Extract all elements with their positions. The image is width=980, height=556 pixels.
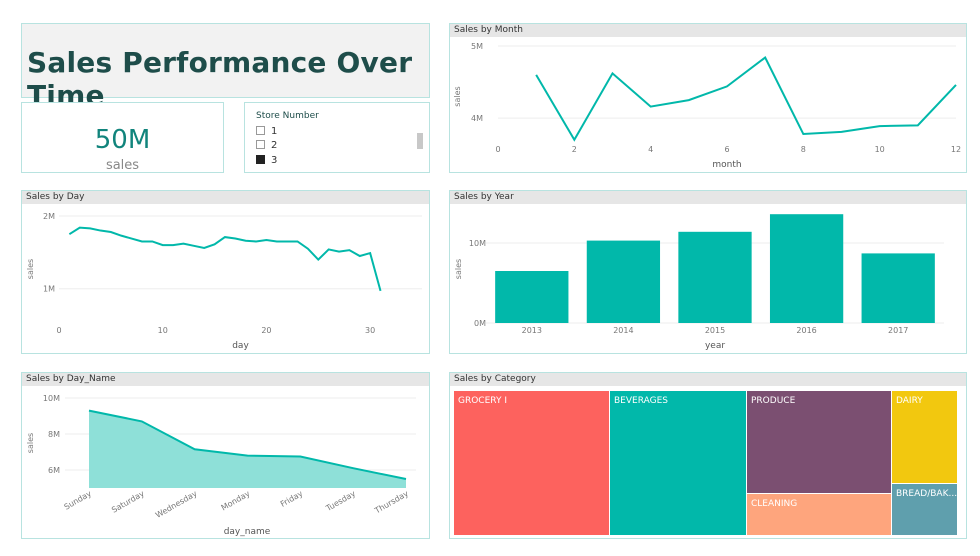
sales-by-month-tile[interactable]: Sales by Month 5M 4M 0 2 4 6 8 10 12 month sales	[449, 23, 967, 173]
x-tick-label: Friday	[279, 489, 305, 509]
treemap-label: BEVERAGES	[614, 396, 668, 406]
x-tick-label: Monday	[220, 489, 252, 513]
sales-by-day-chart: 2M 1M 0 10 20 30 day sales	[26, 212, 422, 351]
x-tick-label: 20	[261, 326, 271, 335]
slicer-item-1[interactable]: 1	[256, 126, 277, 138]
header-tile: Sales Performance Over Time	[21, 23, 430, 112]
x-axis-title: year	[705, 341, 725, 351]
kpi-value: 50M	[94, 125, 151, 155]
treemap-label: GROCERY I	[458, 396, 507, 406]
checkbox[interactable]	[256, 126, 265, 135]
slicer-item-3[interactable]: 3	[256, 155, 277, 167]
sales-by-category-tile[interactable]: Sales by Category GROCERY I BEVERAGES PROD…	[449, 372, 967, 539]
x-tick-label: Tuesday	[324, 489, 358, 514]
slicer-item-label: 3	[271, 155, 278, 166]
y-axis-title: sales	[26, 433, 35, 453]
y-tick-label: 10M	[43, 394, 60, 403]
x-axis-title: month	[712, 160, 741, 170]
series-line	[535, 56, 957, 142]
sales-by-month-chart: 5M 4M 0 2 4 6 8 10 12 month sales	[453, 42, 961, 170]
x-tick-label: 10	[158, 326, 168, 335]
treemap-label: BREAD/BAK...	[896, 489, 957, 499]
area-fill	[89, 410, 406, 488]
slicer-item-2[interactable]: 2	[256, 140, 277, 152]
x-axis-title: day	[232, 341, 249, 351]
treemap-label: CLEANING	[751, 499, 797, 509]
x-tick-label: Wednesday	[154, 489, 199, 520]
y-tick-label: 1M	[43, 285, 55, 294]
x-tick-label: 10	[875, 145, 885, 154]
bar	[586, 240, 661, 323]
y-axis-title: sales	[453, 86, 462, 106]
x-tick-label: 0	[495, 145, 500, 154]
slicer-title: Store Number	[256, 111, 319, 121]
y-tick-label: 4M	[471, 114, 483, 123]
y-tick-label: 8M	[48, 430, 60, 439]
sales-by-day-name-tile[interactable]: Sales by Day_Name 10M 8M 6M Sunday Saturday W…	[21, 372, 430, 539]
slicer-item-label: 1	[271, 126, 278, 137]
x-tick-label: 2	[572, 145, 577, 154]
x-tick-label: Thursday	[372, 489, 410, 516]
x-tick-label: 2013	[522, 326, 542, 335]
y-tick-label: 0M	[474, 319, 486, 328]
x-tick-label: 30	[365, 326, 375, 335]
bar	[495, 271, 569, 323]
y-tick-label: 6M	[48, 466, 60, 475]
slicer-scrollbar[interactable]	[417, 133, 423, 149]
y-tick-label: 2M	[43, 212, 55, 221]
y-tick-label: 5M	[471, 42, 483, 51]
checkbox[interactable]	[256, 140, 265, 149]
y-axis-title: sales	[26, 259, 35, 279]
sales-by-year-tile[interactable]: Sales by Year 10M 0M 2013 2014 2015 2016 2017 y…	[449, 190, 967, 354]
bar	[769, 214, 844, 323]
x-tick-label: 2016	[796, 326, 816, 335]
bar	[861, 253, 935, 323]
treemap-label: DAIRY	[896, 396, 923, 406]
bar	[678, 231, 752, 323]
x-tick-label: 2014	[613, 326, 633, 335]
x-tick-label: 0	[56, 326, 61, 335]
store-number-slicer[interactable]: Store Number 1 2 3	[244, 102, 430, 173]
sales-by-category-chart: GROCERY I BEVERAGES PRODUCE CLEANING DAIRY BR…	[454, 391, 957, 535]
x-tick-label: 4	[648, 145, 653, 154]
treemap-cell	[747, 391, 891, 493]
checkbox[interactable]	[256, 155, 265, 164]
sales-by-day-tile[interactable]: Sales by Day 2M 1M 0 10 20 30 day sales	[21, 190, 430, 354]
y-tick-label: 10M	[469, 239, 486, 248]
x-tick-label: 6	[724, 145, 729, 154]
treemap-cell	[610, 391, 746, 535]
y-axis-title: sales	[454, 259, 463, 279]
sales-by-year-chart: 10M 0M 2013 2014 2015 2016 2017 year sales	[454, 214, 944, 351]
kpi-label: sales	[105, 158, 140, 173]
x-axis-title: day_name	[224, 527, 271, 537]
slicer-item-label: 2	[271, 140, 278, 151]
sales-by-day-name-chart: 10M 8M 6M Sunday Saturday Wednesday Monday Frid…	[26, 394, 416, 537]
kpi-card[interactable]: 50M sales	[21, 102, 224, 173]
treemap-cell	[454, 391, 609, 535]
x-tick-label: Sunday	[63, 489, 94, 512]
series-line	[68, 226, 382, 292]
x-tick-label: 2017	[888, 326, 908, 335]
treemap-label: PRODUCE	[751, 396, 796, 406]
x-tick-label: 8	[801, 145, 806, 154]
x-tick-label: 2015	[705, 326, 725, 335]
x-tick-label: 12	[951, 145, 961, 154]
x-tick-label: Saturday	[110, 489, 146, 515]
